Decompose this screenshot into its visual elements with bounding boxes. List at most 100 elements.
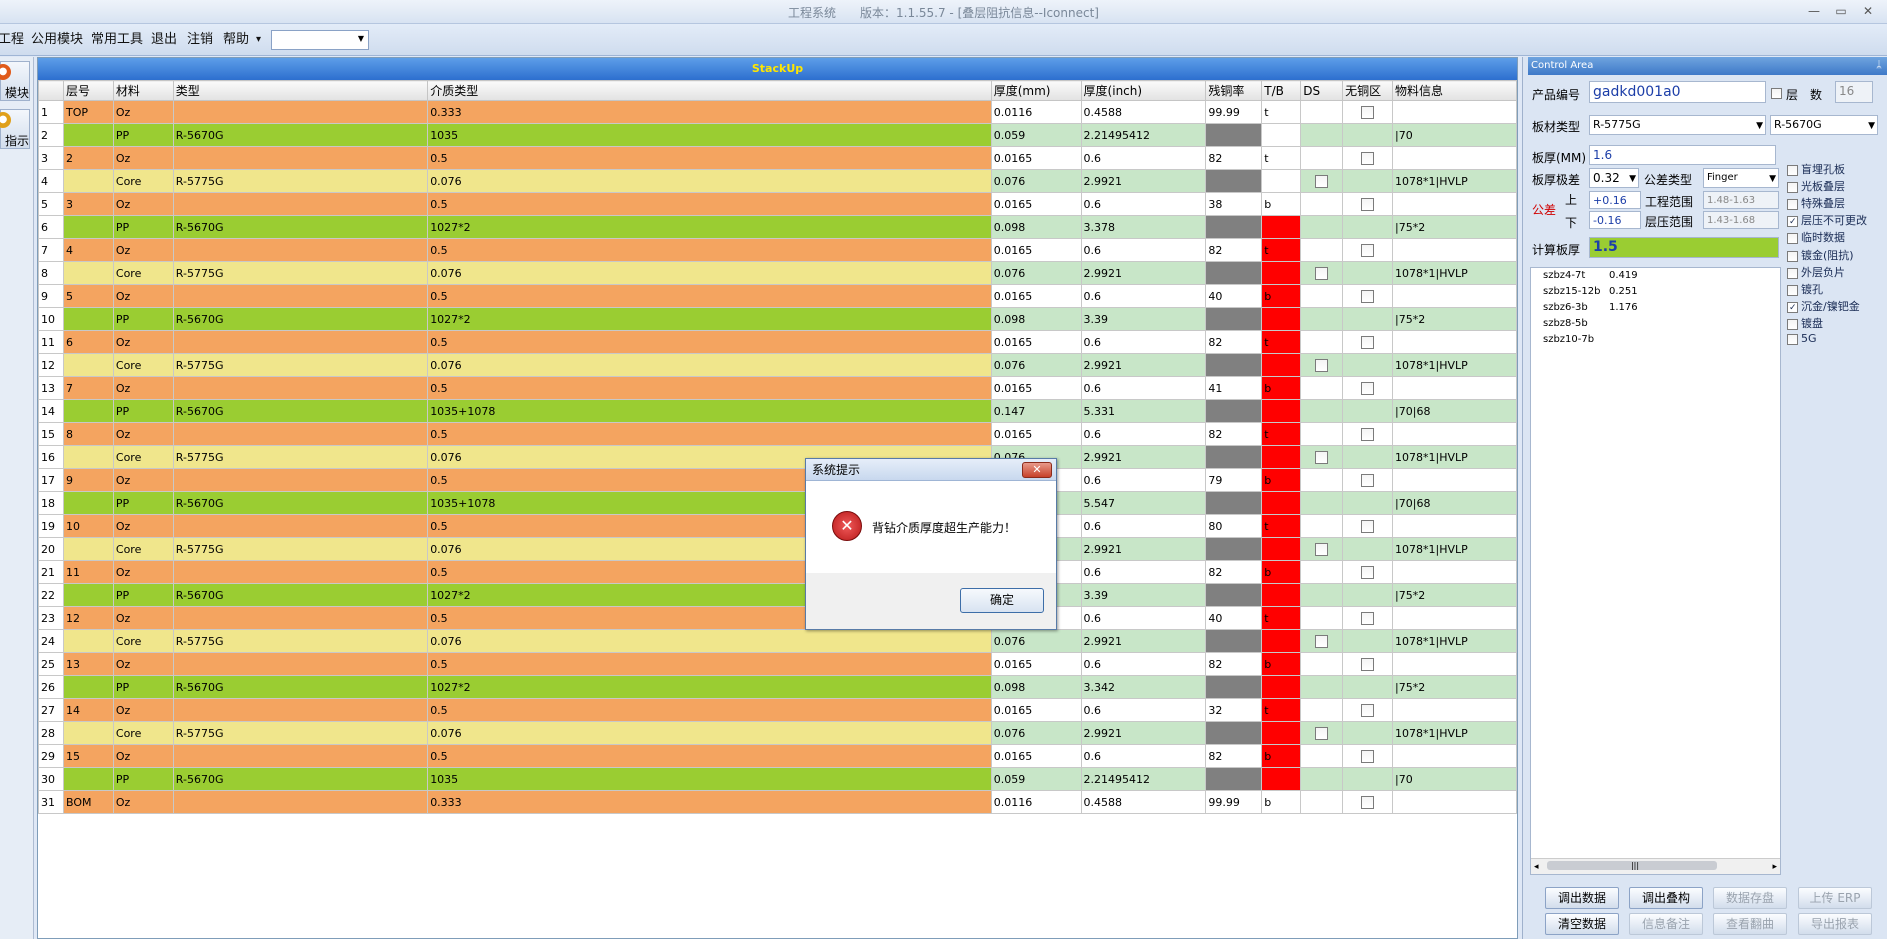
row-checkbox[interactable]: [1361, 795, 1375, 809]
table-cell[interactable]: 0.076: [990, 261, 1082, 285]
table-cell[interactable]: 41: [1205, 376, 1263, 400]
table-cell[interactable]: 0.5: [427, 284, 992, 308]
table-cell[interactable]: [1342, 353, 1394, 377]
table-cell[interactable]: 14: [62, 698, 114, 722]
table-cell[interactable]: 4: [38, 169, 64, 193]
table-cell[interactable]: 0.5: [427, 376, 992, 400]
table-cell[interactable]: 0.6: [1080, 422, 1207, 446]
table-cell[interactable]: |70|68: [1392, 491, 1517, 515]
table-cell[interactable]: [1205, 767, 1263, 791]
column-header[interactable]: 介质类型: [427, 80, 992, 101]
table-cell[interactable]: [1300, 330, 1344, 354]
table-cell[interactable]: 0.098: [990, 675, 1082, 699]
dialog-close-icon[interactable]: ✕: [1022, 462, 1052, 478]
table-cell[interactable]: [1392, 146, 1517, 170]
table-cell[interactable]: [1300, 790, 1344, 814]
result-item[interactable]: szbz4-7t 0.419: [1537, 268, 1780, 284]
action-button[interactable]: 清空数据: [1545, 913, 1619, 935]
table-cell[interactable]: [1342, 744, 1394, 768]
table-cell[interactable]: [1342, 652, 1394, 676]
table-cell[interactable]: 32: [1205, 698, 1263, 722]
table-cell[interactable]: R-5775G: [172, 261, 429, 285]
table-cell[interactable]: [1300, 307, 1344, 331]
press-range-input[interactable]: 1.43-1.68: [1703, 211, 1779, 229]
table-cell[interactable]: 0.059: [990, 123, 1082, 147]
table-cell[interactable]: 1027*2: [427, 215, 992, 239]
row-checkbox[interactable]: [1361, 289, 1375, 303]
table-cell[interactable]: 0.076: [427, 629, 992, 653]
menu-item-common-module[interactable]: 公用模块: [31, 32, 83, 48]
table-cell[interactable]: 10: [62, 514, 114, 538]
table-cell[interactable]: [1300, 261, 1344, 285]
table-cell[interactable]: [1342, 422, 1394, 446]
table-cell[interactable]: 0.076: [990, 169, 1082, 193]
table-cell[interactable]: Core: [112, 261, 174, 285]
table-cell[interactable]: [1392, 422, 1517, 446]
row-checkbox[interactable]: [1315, 726, 1329, 740]
tol-type-select[interactable]: Finger ▼: [1703, 168, 1779, 188]
table-cell[interactable]: Oz: [112, 146, 174, 170]
table-cell[interactable]: R-5670G: [172, 399, 429, 423]
table-cell[interactable]: [62, 353, 114, 377]
table-cell[interactable]: [1342, 514, 1394, 538]
table-cell[interactable]: [1392, 744, 1517, 768]
table-cell[interactable]: 13: [38, 376, 64, 400]
table-cell[interactable]: |70|68: [1392, 399, 1517, 423]
table-cell[interactable]: 99.99: [1205, 100, 1263, 124]
table-cell[interactable]: 82: [1205, 330, 1263, 354]
table-cell[interactable]: 0.059: [990, 767, 1082, 791]
table-cell[interactable]: [62, 399, 114, 423]
tol-up-input[interactable]: +0.16: [1589, 191, 1641, 209]
menu-item-project[interactable]: 工程: [0, 32, 24, 48]
table-row[interactable]: 6 PP R-5670G 1027*2 0.098 3.378 |75*2: [38, 215, 1517, 239]
table-cell[interactable]: [62, 445, 114, 469]
option-checkbox[interactable]: 沉金/镍钯金: [1787, 298, 1860, 314]
table-cell[interactable]: 14: [38, 399, 64, 423]
table-cell[interactable]: Oz: [112, 606, 174, 630]
column-header[interactable]: 厚度(inch): [1080, 80, 1207, 101]
table-cell[interactable]: [1261, 123, 1302, 147]
table-cell[interactable]: [172, 192, 429, 216]
table-cell[interactable]: [1261, 399, 1302, 423]
table-cell[interactable]: 11: [38, 330, 64, 354]
close-icon[interactable]: ✕: [1857, 2, 1879, 20]
table-cell[interactable]: R-5670G: [172, 583, 429, 607]
table-cell[interactable]: b: [1261, 560, 1302, 584]
row-checkbox[interactable]: [1361, 427, 1375, 441]
table-cell[interactable]: |70: [1392, 123, 1517, 147]
table-cell[interactable]: [1342, 261, 1394, 285]
row-checkbox[interactable]: [1315, 634, 1329, 648]
column-header[interactable]: 无铜区: [1342, 80, 1394, 101]
table-cell[interactable]: [172, 100, 429, 124]
table-cell[interactable]: 0.6: [1080, 560, 1207, 584]
table-cell[interactable]: 22: [38, 583, 64, 607]
table-cell[interactable]: 0.6: [1080, 468, 1207, 492]
table-cell[interactable]: 2.9921: [1080, 629, 1207, 653]
table-cell[interactable]: 19: [38, 514, 64, 538]
table-cell[interactable]: |70: [1392, 767, 1517, 791]
table-cell[interactable]: 0.076: [990, 721, 1082, 745]
column-header[interactable]: [38, 80, 64, 101]
table-cell[interactable]: [1300, 376, 1344, 400]
table-cell[interactable]: Oz: [112, 790, 174, 814]
table-row[interactable]: 10 PP R-5670G 1027*2 0.098 3.39 |75*2: [38, 307, 1517, 331]
table-cell[interactable]: 3.342: [1080, 675, 1207, 699]
scroll-thumb[interactable]: |||: [1547, 861, 1717, 870]
table-cell[interactable]: 0.4588: [1080, 100, 1207, 124]
table-cell[interactable]: 17: [38, 468, 64, 492]
table-cell[interactable]: [62, 491, 114, 515]
table-cell[interactable]: 0.076: [427, 261, 992, 285]
table-cell[interactable]: Core: [112, 169, 174, 193]
table-cell[interactable]: 0.0165: [990, 284, 1082, 308]
table-cell[interactable]: 0.6: [1080, 330, 1207, 354]
row-checkbox[interactable]: [1315, 542, 1329, 556]
row-checkbox[interactable]: [1315, 174, 1329, 188]
table-cell[interactable]: t: [1261, 422, 1302, 446]
table-cell[interactable]: R-5775G: [172, 353, 429, 377]
table-cell[interactable]: [1342, 767, 1394, 791]
result-item[interactable]: szbz15-12b 0.251: [1537, 284, 1780, 300]
table-cell[interactable]: Oz: [112, 284, 174, 308]
table-cell[interactable]: [1342, 629, 1394, 653]
option-checkbox[interactable]: 临时数据: [1787, 229, 1845, 245]
table-cell[interactable]: 0.098: [990, 307, 1082, 331]
